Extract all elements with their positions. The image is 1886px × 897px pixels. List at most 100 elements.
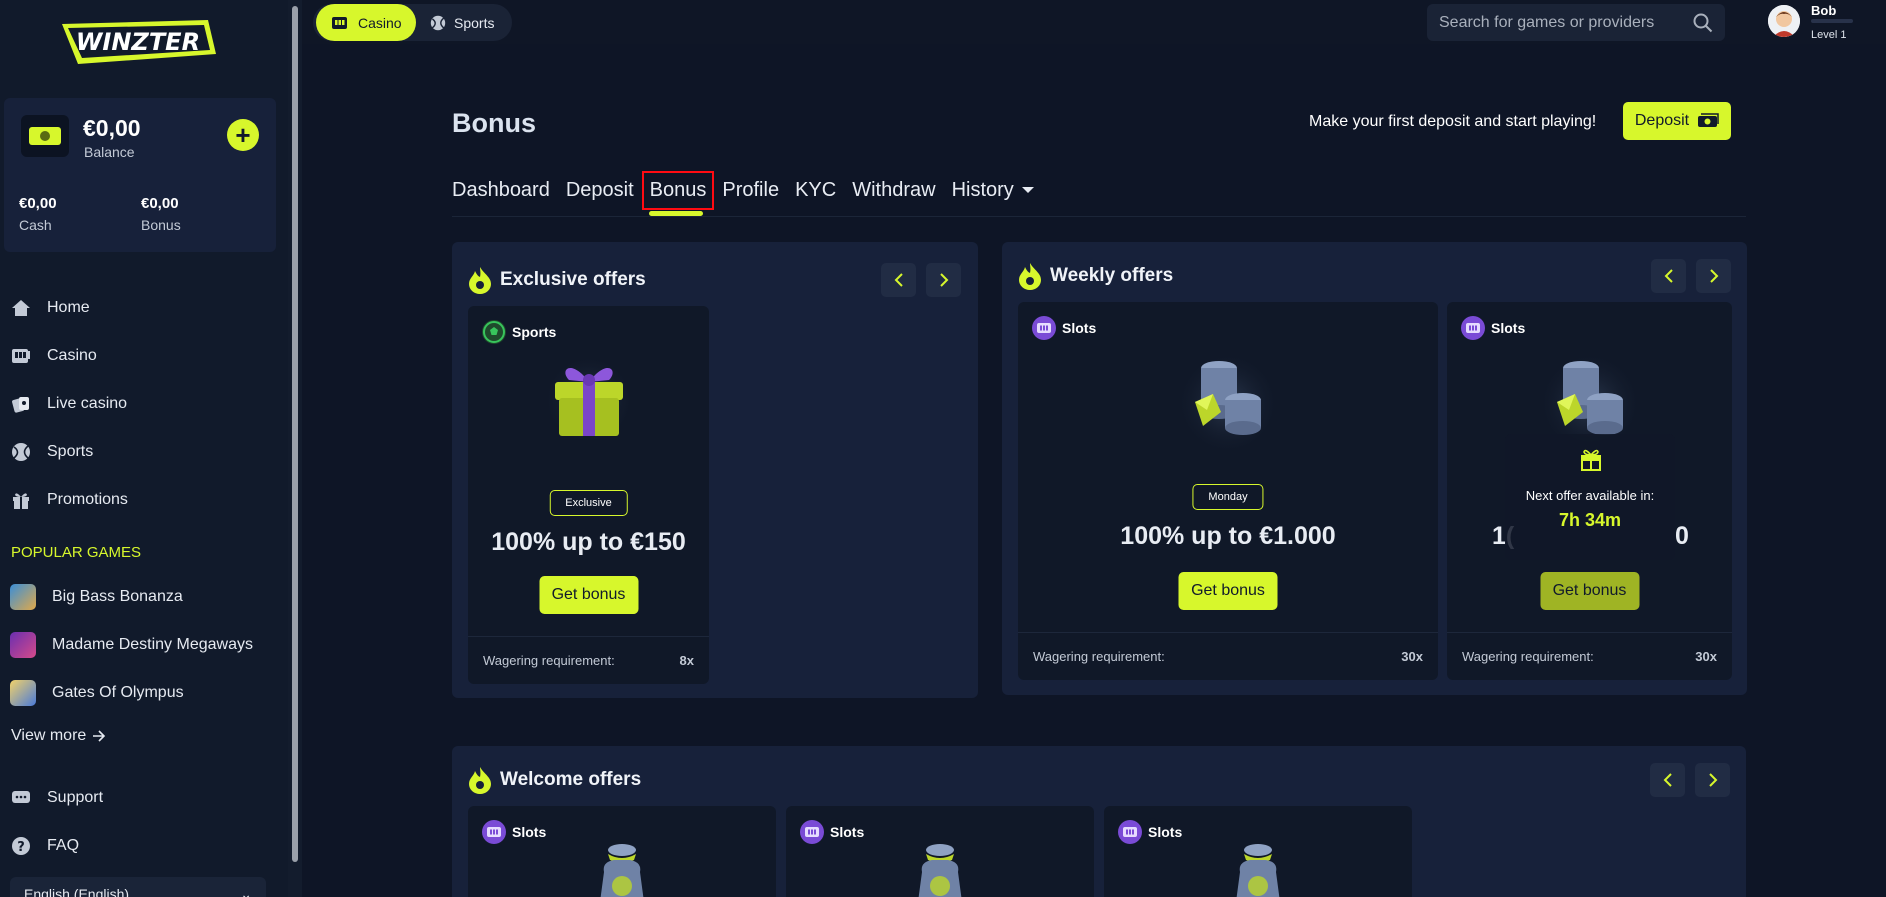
bonus-card: Sports Exclusive 100% up to €150 Get bon… [468,306,709,684]
caret-down-icon [1021,187,1034,194]
tab-kyc[interactable]: KYC [795,179,836,202]
fire-icon [468,766,492,794]
nav-casino-label: Casino [47,347,97,364]
user-name: Bob [1811,3,1837,18]
weekly-offers-title: Weekly offers [1050,265,1174,286]
cash-balance: €0,00 Cash [19,195,57,233]
exclusive-prev-button[interactable] [881,263,916,297]
coin-stack-illustration [1173,340,1283,455]
search-input[interactable] [1439,13,1689,32]
popular-games-list: Big Bass Bonanza Madame Destiny Megaways… [10,573,276,717]
tab-bonus[interactable]: Bonus [641,170,715,210]
tab-dashboard[interactable]: Dashboard [452,179,550,202]
chevron-down-icon: ⌄ [240,886,252,897]
tabs-divider [452,216,1746,217]
tab-history[interactable]: History [952,179,1034,202]
popular-game-big-bass-bonanza[interactable]: Big Bass Bonanza [10,573,276,621]
casino-switch-button[interactable]: Casino [316,4,416,41]
svg-text:?: ? [17,840,25,855]
weekly-prev-button[interactable] [1651,259,1686,293]
next-offer-countdown: 7h 34m [1558,510,1622,530]
view-more-link[interactable]: View more [11,727,106,745]
user-avatar[interactable] [1768,5,1800,37]
plus-icon: + [235,120,251,150]
nav-faq[interactable]: ? FAQ [0,822,276,870]
balance-amount: €0,00 [83,115,141,141]
nav-promotions-label: Promotions [47,491,128,508]
cash-value: €0,00 [19,195,57,212]
wagering-label: Wagering requirement: [1462,649,1594,664]
bonus-label: Bonus [141,217,181,233]
wagering-row: Wagering requirement: 8x [468,636,709,684]
tab-profile[interactable]: Profile [722,179,779,202]
language-select[interactable]: English (English) ⌄ [10,877,266,897]
money-bag-illustration [582,842,662,897]
winzter-logo[interactable]: WINZTER [58,14,220,70]
tab-history-label: History [951,178,1014,201]
popular-game-madame-destiny[interactable]: Madame Destiny Megaways [10,621,276,669]
next-offer-overlay: Next offer available in: 7h 34m [1505,434,1675,560]
balance-card: €0,00 Balance + €0,00 Cash €0,00 Bonus [4,98,276,252]
first-deposit-message: Make your first deposit and start playin… [1309,113,1597,130]
card-category: Slots [482,820,546,844]
search-bar [1427,4,1725,41]
deposit-button[interactable]: Deposit [1623,102,1731,140]
bonus-card: Slots Monday 100% up to €1.000 Get bonus… [1018,302,1438,680]
wagering-value: 30x [1401,649,1423,664]
welcome-bonus-card: Slots [1104,806,1412,897]
slot-machine-icon [10,345,32,367]
gift-icon [10,489,32,511]
cards-icon [10,393,32,415]
tab-withdraw[interactable]: Withdraw [852,179,935,202]
chevron-left-icon [894,273,903,287]
nav-casino[interactable]: Casino [0,332,276,380]
popular-game-gates-of-olympus[interactable]: Gates Of Olympus [10,669,276,717]
cash-icon [21,115,69,157]
nav-sports[interactable]: Sports [0,428,276,476]
tennis-ball-icon [10,441,32,463]
nav-sports-label: Sports [47,443,94,460]
card-category-label: Sports [512,324,557,340]
nav-promotions[interactable]: Promotions [0,476,276,524]
get-bonus-button[interactable]: Get bonus [1540,572,1639,610]
weekly-next-button[interactable] [1696,259,1731,293]
wagering-value: 30x [1695,649,1717,664]
slot-machine-icon [800,820,824,844]
tab-deposit[interactable]: Deposit [566,179,634,202]
game-title: Gates Of Olympus [52,684,184,701]
level-progress-bar [1811,19,1853,23]
game-title: Big Bass Bonanza [52,588,183,605]
get-bonus-button[interactable]: Get bonus [1178,572,1278,610]
account-tabs: Dashboard Deposit Bonus Profile KYC With… [452,170,1050,210]
nav-support-label: Support [47,789,104,806]
nav-live-casino[interactable]: Live casino [0,380,276,428]
add-funds-button[interactable]: + [227,119,259,151]
slot-machine-icon [482,820,506,844]
welcome-offers-panel: Welcome offers Slots Slots Slots [452,746,1746,897]
bonus-amount-right: 0 [1675,522,1689,550]
nav-support[interactable]: Support [0,774,276,822]
card-category: Slots [1461,316,1525,340]
search-icon[interactable] [1693,13,1713,33]
bonus-value: €0,00 [141,195,179,212]
exclusive-offers-title: Exclusive offers [500,269,646,290]
language-value: English (English) [24,886,130,897]
welcome-next-button[interactable] [1695,763,1730,797]
nav-live-casino-label: Live casino [47,395,128,412]
exclusive-next-button[interactable] [926,263,961,297]
page-title: Bonus [452,108,536,138]
football-icon [482,320,506,344]
chevron-right-icon [1709,269,1718,283]
fire-icon [1018,262,1042,290]
sports-switch-label: Sports [454,14,495,31]
sidebar-scrollbar-thumb[interactable] [292,6,298,862]
sidebar: WINZTER €0,00 Balance + €0,00 Cash €0,00… [0,0,288,897]
next-offer-label: Next offer available in: [1525,488,1655,503]
get-bonus-button[interactable]: Get bonus [539,576,638,614]
gift-box-illustration [541,348,637,449]
welcome-offers-title: Welcome offers [500,769,642,790]
welcome-prev-button[interactable] [1650,763,1685,797]
balance-label: Balance [84,144,135,160]
nav-home[interactable]: Home [0,284,276,332]
sports-switch-button[interactable]: Sports [416,4,512,41]
